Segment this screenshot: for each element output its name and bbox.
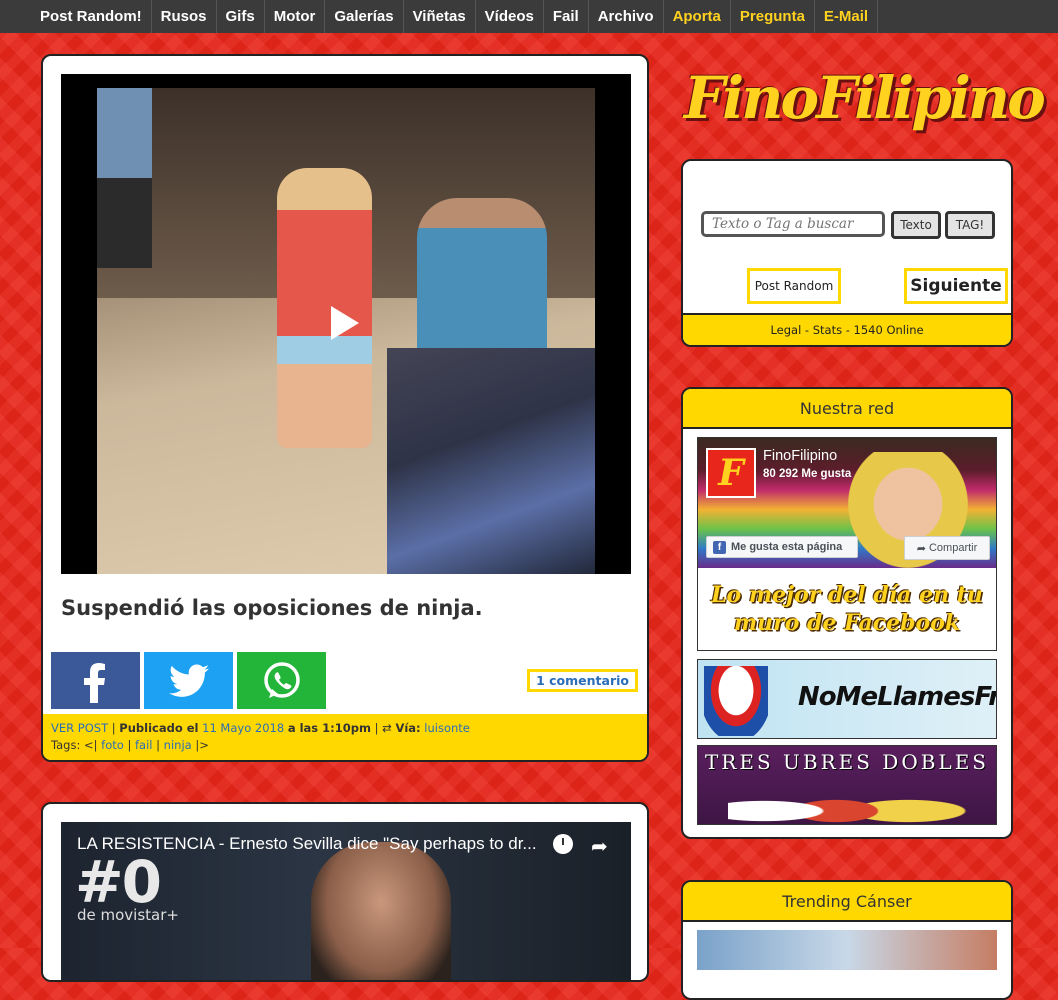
nav-item-galerías[interactable]: Galerías [325,0,404,33]
twitter-icon [168,664,209,697]
cartoon-faces-icon [728,776,968,824]
tags-list: foto | fail | ninja [101,738,192,752]
nav-item-viñetas[interactable]: Viñetas [404,0,476,33]
nav-item-post-random[interactable]: Post Random! [0,0,152,33]
search-text-button[interactable]: Texto [891,211,941,239]
whatsapp-share-button[interactable] [237,652,326,709]
published-label: Publicado el [119,721,199,735]
tags-label: Tags: <| [51,738,98,752]
tag-link[interactable]: ninja [164,738,192,752]
post-card: #0 de movistar+ LA RESISTENCIA - Ernesto… [41,802,649,982]
post-title: Suspendió las oposiciones de ninja. [61,596,483,620]
network-panel: Nuestra red F FinoFilipino 80 292 Me gus… [681,387,1013,839]
trending-panel: Trending Cánser [681,880,1013,1000]
nav-item-rusos[interactable]: Rusos [152,0,217,33]
post-time: a las 1:10pm [287,721,371,735]
channel-logo-caption: de movistar+ [77,906,179,924]
nav-item-motor[interactable]: Motor [265,0,326,33]
via-user-link[interactable]: luisonte [424,721,470,735]
tags-row: Tags: <| foto | fail | ninja |> [51,737,639,754]
play-icon[interactable] [331,306,359,340]
fino-filipino-logo-icon[interactable]: F [706,448,756,498]
watch-later-icon[interactable] [553,834,573,854]
trending-header: Trending Cánser [683,882,1011,922]
comments-button[interactable]: 1 comentario [527,669,638,692]
facebook-like-button[interactable]: f Me gusta esta página [706,536,858,558]
nav-item-aporta[interactable]: Aporta [664,0,731,33]
video-player[interactable]: #0 de movistar+ LA RESISTENCIA - Ernesto… [61,822,631,980]
facebook-page-widget[interactable]: F FinoFilipino 80 292 Me gusta f Me gust… [697,437,997,651]
video-person [311,842,451,980]
tag-link[interactable]: foto [101,738,124,752]
tags-end: |> [195,738,209,752]
trending-thumbnail[interactable] [697,930,997,970]
tag-separator: | [123,738,135,752]
nav-item-gifs[interactable]: Gifs [217,0,265,33]
share-icon: ➦ [916,542,929,555]
banner-text: NoMeLlamesFriki [798,682,996,712]
facebook-share-label: Compartir [928,542,978,554]
tag-link[interactable]: fail [135,738,153,752]
tresubresdobles-banner[interactable]: TRES UBRES DOBLES [697,745,997,825]
facebook-icon: f [713,540,726,554]
facebook-like-label: Me gusta esta página [731,541,843,553]
search-tag-button[interactable]: TAG! [945,211,995,239]
nav-item-archivo[interactable]: Archivo [589,0,664,33]
ver-post-link[interactable]: VER POST [51,721,108,735]
nav-item-pregunta[interactable]: Pregunta [731,0,815,33]
via-label: Vía: [395,721,421,735]
tag-separator: | [152,738,164,752]
video-player[interactable] [61,74,631,574]
site-logo[interactable]: FinoFilipino [684,64,1046,144]
post-meta: VER POST | Publicado el 11 Mayo 2018 a l… [43,714,647,760]
search-panel: Texto TAG! Post Random Siguiente Legal -… [681,159,1013,347]
twitter-share-button[interactable] [144,652,233,709]
post-date-link[interactable]: 11 Mayo 2018 [202,721,284,735]
nav-item-vídeos[interactable]: Vídeos [476,0,544,33]
banner-text: TRES UBRES DOBLES [704,750,990,774]
next-button[interactable]: Siguiente [904,268,1008,304]
thumbnail-shelf [387,348,595,574]
post-card: Suspendió las oposiciones de ninja. 1 co… [41,54,649,762]
thumbnail-figure [97,88,152,268]
nav-item-e-mail[interactable]: E-Mail [815,0,879,33]
facebook-share-button[interactable] [51,652,140,709]
video-title[interactable]: LA RESISTENCIA - Ernesto Sevilla dice "S… [77,834,537,854]
facebook-page-name[interactable]: FinoFilipino [763,448,837,464]
repost-icon: ⇄ [382,721,392,735]
facebook-share-button[interactable]: ➦ Compartir [904,536,990,560]
whatsapp-icon [263,661,300,698]
facebook-icon [83,662,105,703]
top-nav: Post Random! Rusos Gifs Motor Galerías Viñeta… [0,0,1058,33]
facebook-likes: 80 292 Me gusta [763,468,852,480]
post-random-button[interactable]: Post Random [747,268,841,304]
legal-stats-footer[interactable]: Legal - Stats - 1540 Online [683,313,1011,345]
nomellamesfriki-banner[interactable]: NoMeLlamesFriki [697,659,997,739]
network-header: Nuestra red [683,389,1011,429]
stormtrooper-icon [704,666,768,736]
share-arrow-icon[interactable]: ➦ [591,834,608,858]
facebook-tagline: Lo mejor del día en tu muro de Facebook [711,582,983,636]
search-input[interactable] [701,211,885,237]
nav-item-fail[interactable]: Fail [544,0,589,33]
